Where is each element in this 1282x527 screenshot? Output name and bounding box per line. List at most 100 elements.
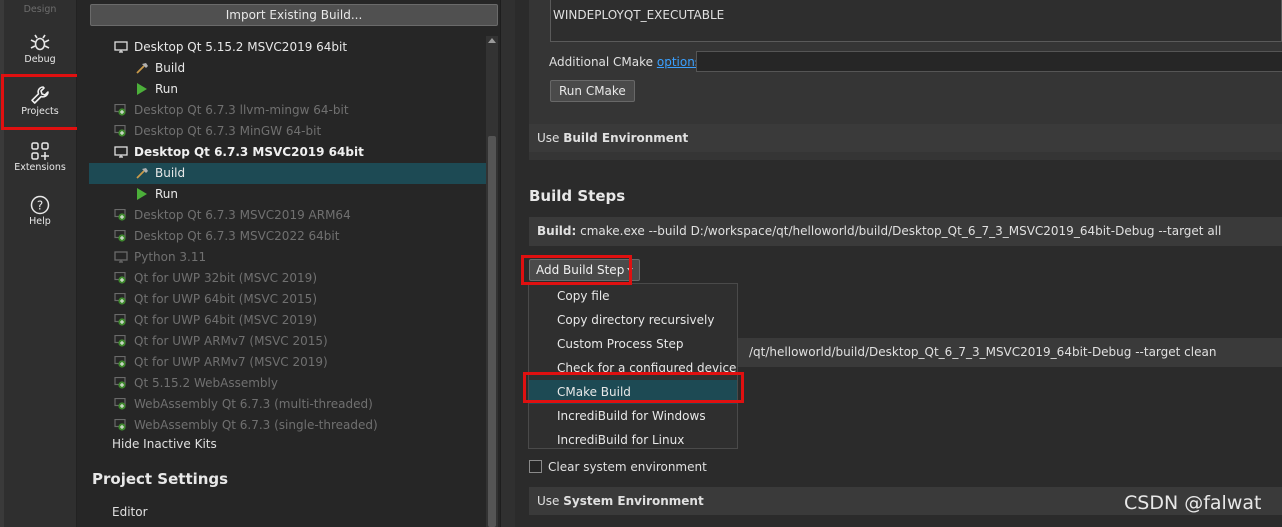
add-kit-icon bbox=[114, 228, 128, 242]
additional-cmake-options-input[interactable] bbox=[696, 51, 1282, 72]
kit-item[interactable]: WebAssembly Qt 6.7.3 (single-threaded) bbox=[114, 415, 378, 436]
mode-debug-label: Debug bbox=[24, 54, 56, 65]
tree-scrollbar-thumb[interactable] bbox=[488, 136, 496, 527]
menu-item[interactable]: IncrediBuild for Windows bbox=[529, 404, 737, 428]
hide-inactive-kits-link[interactable]: Hide Inactive Kits bbox=[112, 437, 217, 451]
kit-label: Python 3.11 bbox=[134, 250, 207, 264]
add-kit-icon bbox=[114, 270, 128, 284]
add-kit-icon bbox=[114, 123, 128, 137]
run-cmake-button[interactable]: Run CMake bbox=[550, 80, 635, 102]
kit-item[interactable]: Desktop Qt 6.7.3 MinGW 64-bit bbox=[114, 121, 321, 142]
add-build-step-menu: Copy file Copy directory recursively Custo… bbox=[528, 283, 738, 449]
mode-projects[interactable]: Projects bbox=[4, 84, 76, 117]
kit-label: Qt for UWP 64bit (MSVC 2015) bbox=[134, 292, 317, 306]
monitor-icon bbox=[114, 39, 128, 53]
kit-build-item[interactable]: Build bbox=[135, 163, 185, 184]
kit-item[interactable]: Desktop Qt 6.7.3 MSVC2022 64bit bbox=[114, 226, 339, 247]
mode-debug[interactable]: Debug bbox=[4, 32, 76, 65]
menu-item[interactable]: Copy directory recursively bbox=[529, 308, 737, 332]
add-kit-icon bbox=[114, 207, 128, 221]
menu-item[interactable]: Custom Process Step bbox=[529, 332, 737, 356]
use-build-env-bold: Build Environment bbox=[563, 131, 689, 145]
bug-icon bbox=[4, 32, 76, 54]
add-build-step-button[interactable]: Add Build Step bbox=[529, 259, 641, 281]
add-kit-icon bbox=[114, 333, 128, 347]
kit-item[interactable]: Qt 5.15.2 WebAssembly bbox=[114, 373, 278, 394]
monitor-icon bbox=[114, 249, 128, 263]
cmake-variable-row[interactable]: WINDEPLOYQT_EXECUTABLE bbox=[553, 8, 724, 22]
kit-label: Qt 5.15.2 WebAssembly bbox=[134, 376, 278, 390]
add-kit-icon bbox=[114, 102, 128, 116]
project-settings-editor-item[interactable]: Editor bbox=[112, 505, 148, 519]
mode-extensions[interactable]: Extensions bbox=[4, 140, 76, 173]
tree-scrollbar[interactable] bbox=[486, 36, 498, 527]
build-step-label: Build: bbox=[537, 224, 577, 238]
mode-bar: Design Debug Projects Extensions ? Help bbox=[0, 0, 77, 527]
kit-item[interactable]: Desktop Qt 6.7.3 MSVC2019 64bit bbox=[114, 142, 364, 163]
menu-item[interactable]: Copy file bbox=[529, 284, 737, 308]
clear-system-environment-checkbox[interactable]: Clear system environment bbox=[529, 460, 707, 474]
menu-item[interactable]: CMake Build bbox=[529, 380, 737, 404]
extensions-icon bbox=[4, 140, 76, 162]
kit-run-item[interactable]: Run bbox=[135, 79, 178, 100]
use-sys-env-prefix: Use bbox=[537, 494, 564, 508]
kit-label: Qt for UWP 32bit (MSVC 2019) bbox=[134, 271, 317, 285]
kit-item[interactable]: Qt for UWP 32bit (MSVC 2019) bbox=[114, 268, 317, 289]
use-build-env-prefix: Use bbox=[537, 131, 564, 145]
kit-item[interactable]: Desktop Qt 5.15.2 MSVC2019 64bit bbox=[114, 37, 347, 58]
kit-item[interactable]: Desktop Qt 6.7.3 MSVC2019 ARM64 bbox=[114, 205, 351, 226]
kit-label: Desktop Qt 6.7.3 MSVC2022 64bit bbox=[134, 229, 340, 243]
wrench-icon bbox=[4, 84, 76, 106]
cmake-options-link[interactable]: options bbox=[657, 55, 701, 69]
kit-item[interactable]: Qt for UWP ARMv7 (MSVC 2015) bbox=[114, 331, 328, 352]
chevron-down-icon bbox=[627, 268, 634, 272]
panel-splitter[interactable] bbox=[500, 0, 516, 527]
scroll-up-arrow-icon[interactable] bbox=[488, 38, 496, 43]
kit-label: Desktop Qt 5.15.2 MSVC2019 64bit bbox=[134, 40, 348, 54]
add-build-step-label: Add Build Step bbox=[536, 263, 625, 277]
menu-item[interactable]: IncrediBuild for Linux bbox=[529, 428, 737, 452]
kit-item[interactable]: Desktop Qt 6.7.3 llvm-mingw 64-bit bbox=[114, 100, 349, 121]
use-build-environment-bar[interactable]: Use Build Environment bbox=[529, 124, 1282, 152]
kit-label: Desktop Qt 6.7.3 MSVC2019 64bit bbox=[134, 145, 364, 159]
kit-item[interactable]: Qt for UWP ARMv7 (MSVC 2019) bbox=[114, 352, 328, 373]
build-step-summary[interactable]: Build: cmake.exe --build D:/workspace/qt… bbox=[529, 217, 1282, 246]
kit-run-item[interactable]: Run bbox=[135, 184, 178, 205]
kit-label: Desktop Qt 6.7.3 llvm-mingw 64-bit bbox=[134, 103, 349, 117]
kit-label: Build bbox=[155, 61, 186, 75]
kit-build-item[interactable]: Build bbox=[135, 58, 185, 79]
mode-design-label: Design bbox=[23, 4, 57, 15]
hammer-icon bbox=[135, 60, 149, 74]
import-existing-build-button[interactable]: Import Existing Build... bbox=[90, 4, 498, 26]
use-sys-env-bold: System Environment bbox=[563, 494, 704, 508]
menu-item[interactable]: Check for a configured device bbox=[529, 356, 737, 380]
add-kit-icon bbox=[114, 396, 128, 410]
add-kit-icon bbox=[114, 291, 128, 305]
mode-design[interactable]: Design bbox=[4, 4, 76, 15]
kit-item[interactable]: Python 3.11 bbox=[114, 247, 206, 268]
kit-item[interactable]: Qt for UWP 64bit (MSVC 2019) bbox=[114, 310, 317, 331]
kit-label: Run bbox=[155, 187, 179, 201]
kit-label: Desktop Qt 6.7.3 MinGW 64-bit bbox=[134, 124, 322, 138]
mode-help[interactable]: ? Help bbox=[4, 194, 76, 227]
project-tree-panel: Import Existing Build... Desktop Qt 5.15… bbox=[77, 0, 500, 527]
build-step-command: cmake.exe --build D:/workspace/qt/hellow… bbox=[576, 224, 1222, 238]
kit-item[interactable]: Qt for UWP 64bit (MSVC 2015) bbox=[114, 289, 317, 310]
add-kit-icon bbox=[114, 354, 128, 368]
play-icon bbox=[135, 81, 149, 95]
project-settings-heading: Project Settings bbox=[92, 470, 229, 488]
checkbox-icon[interactable] bbox=[529, 460, 542, 473]
kit-label: Desktop Qt 6.7.3 MSVC2019 ARM64 bbox=[134, 208, 351, 222]
help-icon: ? bbox=[4, 194, 76, 216]
build-steps-heading: Build Steps bbox=[529, 187, 626, 205]
kit-label: WebAssembly Qt 6.7.3 (multi-threaded) bbox=[134, 397, 373, 411]
kit-label: Qt for UWP ARMv7 (MSVC 2015) bbox=[134, 334, 328, 348]
kit-label: Build bbox=[155, 166, 186, 180]
clean-step-command: /qt/helloworld/build/Desktop_Qt_6_7_3_MS… bbox=[749, 345, 1217, 359]
kit-label: Qt for UWP 64bit (MSVC 2019) bbox=[134, 313, 317, 327]
add-kit-icon bbox=[114, 417, 128, 431]
mode-help-label: Help bbox=[29, 216, 51, 227]
play-icon bbox=[135, 186, 149, 200]
kit-label: WebAssembly Qt 6.7.3 (single-threaded) bbox=[134, 418, 378, 432]
kit-item[interactable]: WebAssembly Qt 6.7.3 (multi-threaded) bbox=[114, 394, 373, 415]
